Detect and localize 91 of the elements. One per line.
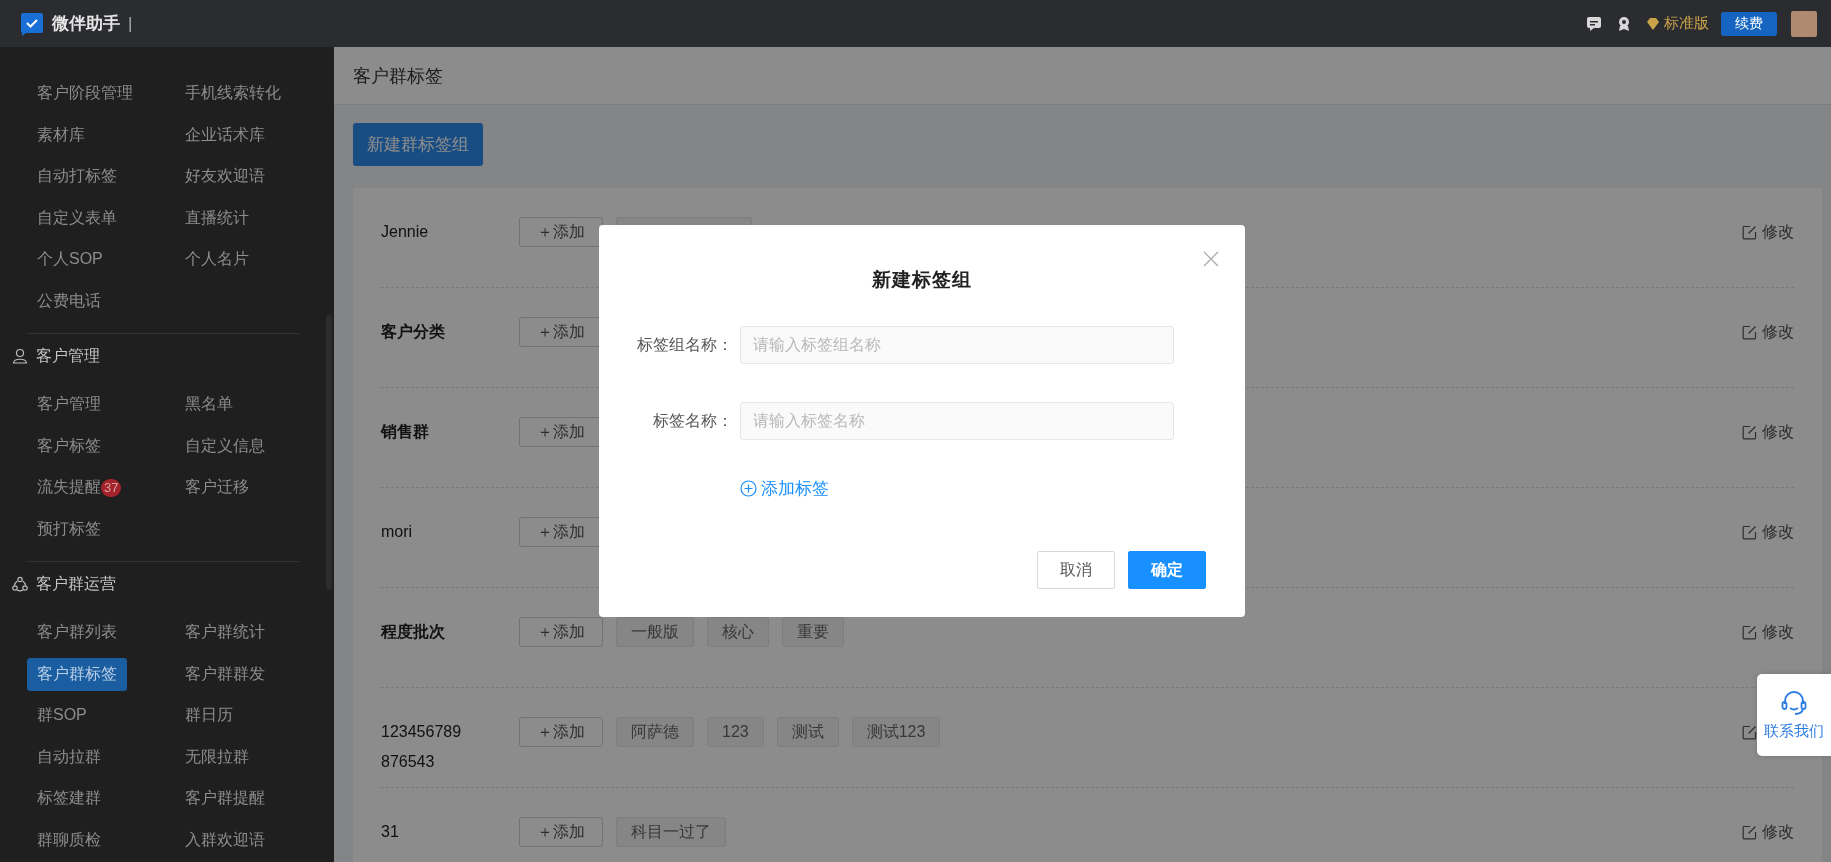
edit-icon: [1742, 224, 1757, 240]
edit-icon: [1742, 324, 1757, 340]
cancel-button[interactable]: 取消: [1037, 551, 1115, 589]
sidebar-item[interactable]: 个人名片: [175, 243, 259, 277]
message-icon: [1586, 15, 1602, 32]
tag-chip: 一般版: [616, 617, 694, 647]
renew-button[interactable]: 续费: [1721, 11, 1777, 36]
sidebar-item[interactable]: 客户迁移: [175, 471, 259, 505]
sidebar-item[interactable]: 流失提醒: [27, 471, 101, 505]
add-tag-button[interactable]: ＋添加: [519, 717, 603, 747]
count-badge: 37: [101, 478, 122, 497]
new-group-button[interactable]: 新建群标签组: [353, 123, 483, 166]
tag-chip: 重要: [782, 617, 844, 647]
logo-icon: [20, 11, 44, 36]
tag-chip: 阿萨德: [616, 717, 694, 747]
tag-chip: 测试123: [851, 717, 941, 747]
sidebar-item[interactable]: 公费电话: [27, 284, 111, 318]
sidebar-item[interactable]: 客户群标签: [27, 657, 127, 691]
group-name: mori: [381, 522, 414, 542]
sidebar-item[interactable]: 自定义表单: [27, 201, 127, 235]
dialog-title: 新建标签组: [872, 268, 972, 292]
sidebar-item[interactable]: 自动打标签: [27, 160, 127, 194]
sidebar-item[interactable]: 客户群提醒: [175, 782, 275, 816]
sidebar-item[interactable]: 预打标签: [27, 512, 111, 546]
tag-chip: 核心: [707, 617, 769, 647]
sidebar-item[interactable]: 个人SOP: [27, 243, 113, 277]
separator-text: |: [128, 13, 133, 34]
sidebar-item[interactable]: 群聊质检: [27, 823, 111, 857]
input-field[interactable]: 请输入标签名称: [740, 402, 1174, 440]
edit-button[interactable]: 修改: [1742, 817, 1794, 847]
edit-button[interactable]: 修改: [1742, 417, 1794, 447]
section-header: 客户群运营: [36, 573, 116, 594]
award-icon: [1616, 15, 1632, 32]
section-header: 客户管理: [36, 345, 100, 366]
edit-button[interactable]: 修改: [1742, 617, 1794, 647]
group-name: Jennie: [381, 222, 430, 242]
group-icon: [12, 576, 28, 592]
group-name: 123456789 876543: [381, 722, 463, 772]
avatar[interactable]: [1791, 10, 1817, 37]
sidebar-item[interactable]: 群日历: [175, 699, 243, 733]
tag-chip: 测试: [776, 717, 839, 747]
headset-icon: [1780, 689, 1808, 716]
sidebar-item[interactable]: 客户标签: [27, 429, 111, 463]
add-tag-button[interactable]: ＋添加: [519, 617, 603, 647]
field-label: 标签组名称：: [636, 334, 733, 355]
brand-name: 微伴助手: [52, 13, 120, 35]
group-name: 销售群: [381, 422, 430, 442]
tag-chip: 123: [707, 717, 764, 747]
contact-us-button[interactable]: 联系我们: [1757, 674, 1831, 756]
sidebar-item[interactable]: 客户管理: [27, 388, 111, 422]
edit-button[interactable]: 修改: [1742, 317, 1794, 347]
sidebar-item[interactable]: 群SOP: [27, 699, 97, 733]
sidebar-item[interactable]: 企业话术库: [175, 118, 275, 152]
edit-icon: [1742, 624, 1757, 640]
edit-button[interactable]: 修改: [1742, 217, 1794, 247]
sidebar-item[interactable]: 客户群列表: [27, 616, 127, 650]
sidebar-item[interactable]: 无限拉群: [175, 740, 259, 774]
sidebar-item[interactable]: 客户群群发: [175, 657, 275, 691]
edit-icon: [1742, 724, 1757, 740]
close-button[interactable]: [1203, 251, 1219, 267]
add-tag-button[interactable]: ＋添加: [519, 217, 603, 247]
group-name: 31: [381, 822, 400, 842]
sidebar-item[interactable]: 手机线索转化: [175, 77, 291, 111]
add-tag-button[interactable]: ＋添加: [519, 817, 603, 847]
sidebar-item[interactable]: 客户群统计: [175, 616, 275, 650]
sidebar-item[interactable]: 客户阶段管理: [27, 77, 143, 111]
edition-label: 标准版: [1664, 14, 1709, 33]
edit-icon: [1742, 824, 1757, 840]
sidebar-item[interactable]: 直播统计: [175, 201, 259, 235]
sidebar-item[interactable]: 好友欢迎语: [175, 160, 275, 194]
sidebar-item[interactable]: 自定义信息: [175, 429, 275, 463]
confirm-button[interactable]: 确定: [1128, 551, 1206, 589]
group-name: 程度批次: [381, 622, 446, 642]
sidebar-item[interactable]: 黑名单: [175, 388, 243, 422]
sidebar-item[interactable]: 入群欢迎语: [175, 823, 275, 857]
input-field[interactable]: 请输入标签组名称: [740, 326, 1174, 364]
edit-button[interactable]: 修改: [1742, 517, 1794, 547]
add-tag-link[interactable]: 添加标签: [740, 477, 829, 500]
sidebar-item[interactable]: 素材库: [27, 118, 95, 152]
group-name: 客户分类: [381, 322, 446, 342]
person-icon: [12, 348, 28, 364]
tag-chip: 科目一过了: [616, 817, 726, 847]
field-label: 标签名称：: [652, 410, 733, 431]
page-title: 客户群标签: [334, 47, 1831, 105]
diamond-icon: [1646, 17, 1660, 30]
sidebar-item[interactable]: 自动拉群: [27, 740, 111, 774]
edit-icon: [1742, 424, 1757, 440]
edit-icon: [1742, 524, 1757, 540]
close-icon: [1203, 251, 1219, 267]
sidebar-item[interactable]: 标签建群: [27, 782, 111, 816]
plus-circle-icon: [740, 480, 757, 497]
